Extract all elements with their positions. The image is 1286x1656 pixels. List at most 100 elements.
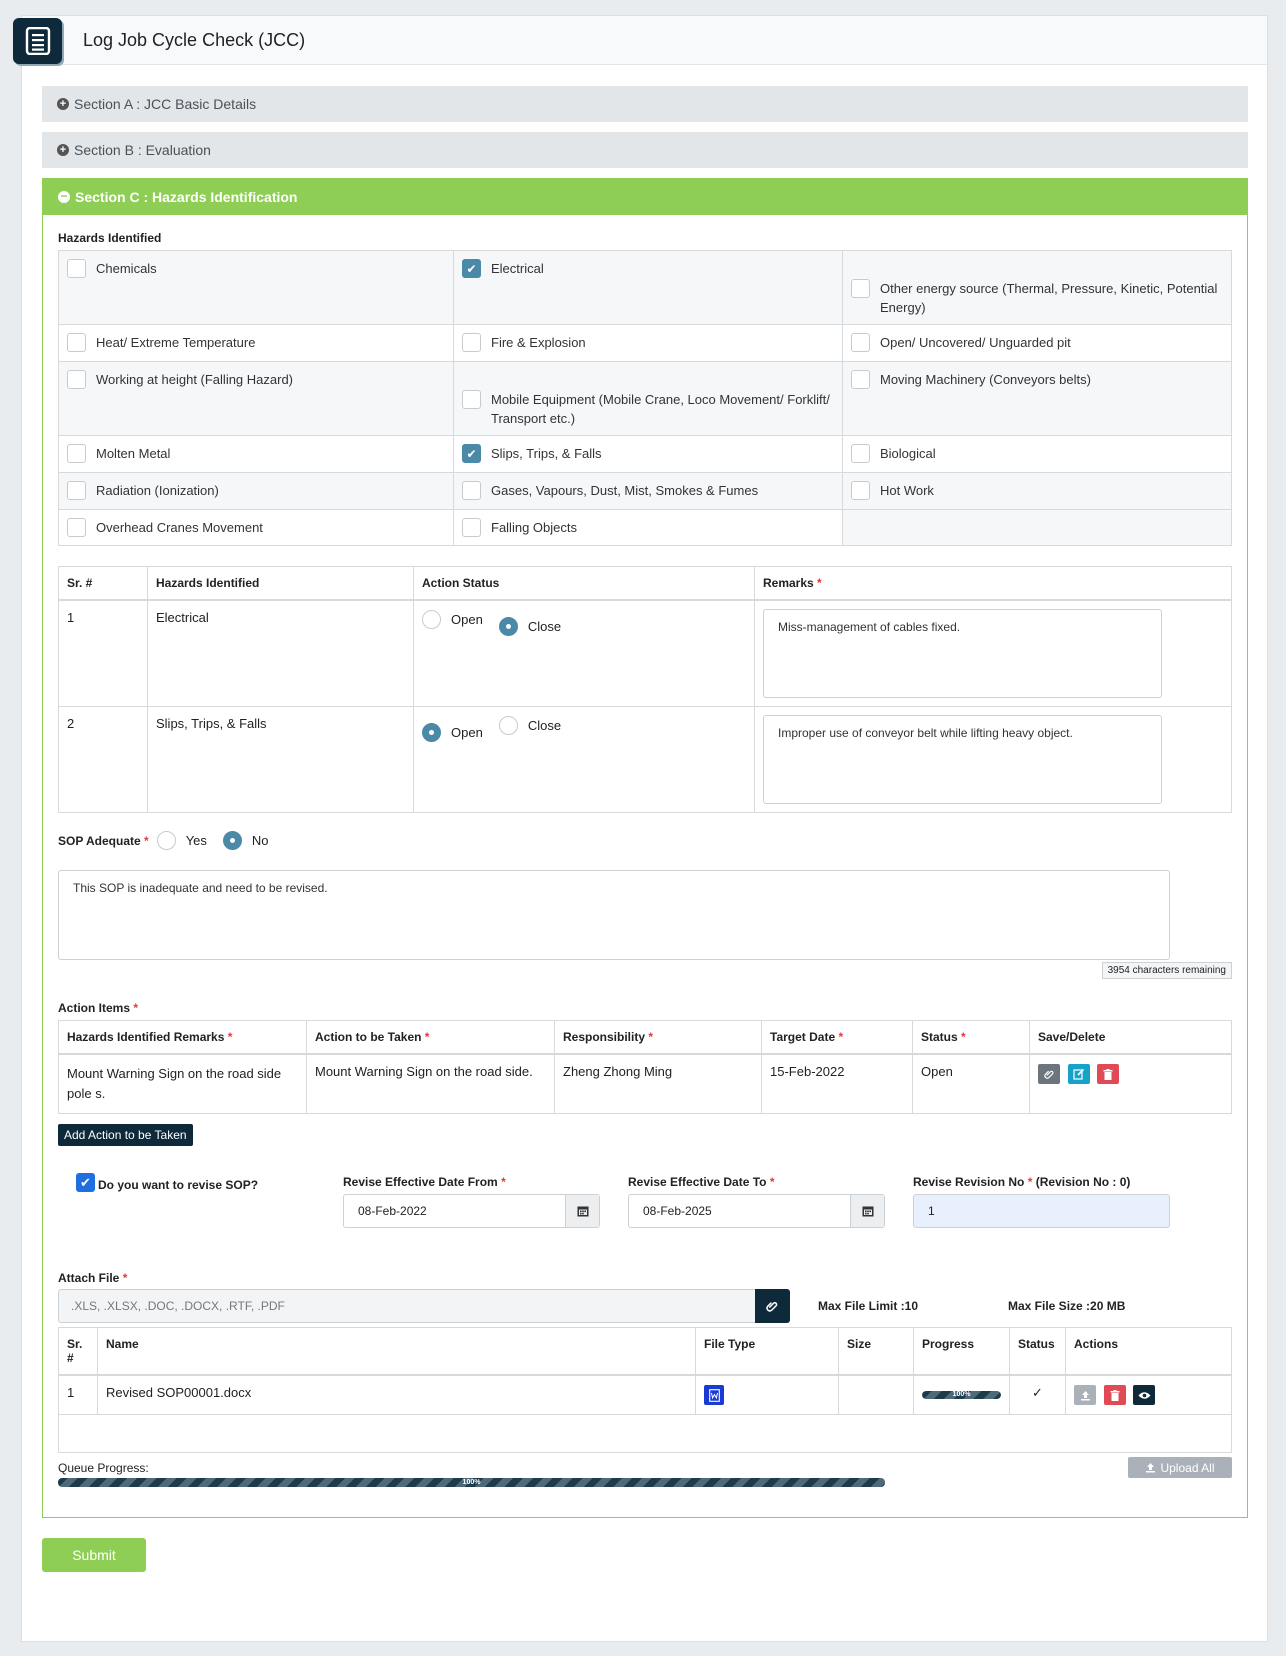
queue-progress-bar: 100% — [58, 1478, 885, 1487]
col-size: Size — [838, 1327, 914, 1376]
hazard-option-label: Open/ Uncovered/ Unguarded pit — [880, 335, 1071, 350]
status-close-radio[interactable]: Close — [498, 617, 561, 636]
col-hazard: Hazards Identified — [147, 566, 414, 601]
hazard-option[interactable]: Working at height (Falling Hazard) — [59, 362, 454, 436]
hazard-option[interactable]: ✔ Electrical — [454, 251, 843, 325]
checkbox-icon[interactable] — [67, 444, 86, 463]
delete-button[interactable] — [1097, 1064, 1120, 1084]
file-sr-cell: 1 — [58, 1374, 98, 1415]
hazard-option[interactable]: Fire & Explosion — [454, 325, 843, 362]
characters-remaining: 3954 characters remaining — [1101, 962, 1232, 979]
hazard-option[interactable]: Open/ Uncovered/ Unguarded pit — [843, 325, 1232, 362]
checkbox-icon[interactable] — [67, 333, 86, 352]
hazard-option[interactable]: Radiation (Ionization) — [59, 473, 454, 510]
hazard-option[interactable]: Moving Machinery (Conveyors belts) — [843, 362, 1232, 436]
hazard-option[interactable]: Overhead Cranes Movement — [59, 510, 454, 546]
paperclip-icon — [766, 1301, 778, 1312]
save-delete-cell — [1029, 1053, 1232, 1114]
sop-remarks-textarea[interactable]: This SOP is inadequate and need to be re… — [58, 870, 1170, 960]
checkbox-icon[interactable] — [67, 370, 86, 389]
hazard-cell: Electrical — [147, 599, 414, 707]
action-taken-cell: Mount Warning Sign on the road side. — [306, 1053, 555, 1114]
file-progress-cell: 100% — [913, 1374, 1010, 1415]
hazard-option-label: Falling Objects — [491, 520, 577, 535]
col-sr: Sr. # — [58, 566, 148, 601]
attach-button[interactable] — [1038, 1064, 1060, 1084]
revise-from-input[interactable]: 08-Feb-2022 — [343, 1194, 600, 1228]
revise-to-group: Revise Effective Date To * 08-Feb-2025 — [628, 1175, 885, 1228]
revise-revision-input[interactable]: 1 — [913, 1194, 1170, 1228]
status-open-radio[interactable]: Open — [422, 723, 483, 742]
attach-file-input[interactable]: .XLS, .XLSX, .DOC, .DOCX, .RTF, .PDF — [58, 1289, 756, 1323]
hazard-option-label: Heat/ Extreme Temperature — [96, 335, 256, 350]
checkbox-icon[interactable] — [851, 333, 870, 352]
col-sr: Sr. # — [58, 1327, 98, 1376]
add-action-button[interactable]: Add Action to be Taken — [58, 1124, 193, 1146]
section-b-toggle[interactable]: + Section B : Evaluation — [42, 132, 1248, 168]
remarks-textarea[interactable]: Improper use of conveyor belt while lift… — [763, 715, 1162, 804]
sop-no-radio[interactable]: No — [222, 831, 269, 850]
hazard-option[interactable]: ✔ Slips, Trips, & Falls — [454, 436, 843, 473]
checkbox-icon[interactable] — [851, 444, 870, 463]
action-status-cell: Open Close — [413, 706, 755, 813]
hazard-option[interactable]: Other energy source (Thermal, Pressure, … — [843, 251, 1232, 325]
table-row: Mount Warning Sign on the road side pole… — [58, 1053, 1232, 1114]
checkbox-checked-icon[interactable]: ✔ — [462, 259, 481, 278]
col-action: Action to be Taken * — [306, 1020, 555, 1055]
section-c-toggle[interactable]: − Section C : Hazards Identification — [43, 179, 1247, 215]
target-date-cell: 15-Feb-2022 — [761, 1053, 913, 1114]
upload-all-button[interactable]: Upload All — [1128, 1457, 1232, 1478]
revise-sop-checkbox[interactable]: ✔ Do you want to revise SOP? — [76, 1173, 258, 1192]
checkbox-icon[interactable] — [851, 370, 870, 389]
sop-yes-radio[interactable]: Yes — [156, 831, 207, 850]
checkbox-icon[interactable] — [462, 518, 481, 537]
calendar-icon[interactable] — [850, 1195, 884, 1227]
files-table: Sr. # Name File Type Size Progress Statu… — [58, 1327, 1232, 1453]
hazard-option[interactable]: Chemicals — [59, 251, 454, 325]
hazard-option[interactable]: Falling Objects — [454, 510, 843, 546]
checkbox-checked-icon: ✔ — [76, 1173, 95, 1192]
paperclip-icon — [1043, 1070, 1054, 1079]
remarks-textarea[interactable]: Miss-management of cables fixed. — [763, 609, 1162, 698]
hazard-option[interactable]: Biological — [843, 436, 1232, 473]
section-a-toggle[interactable]: + Section A : JCC Basic Details — [42, 86, 1248, 122]
file-progress-track: 100% — [922, 1391, 1001, 1399]
hazard-option[interactable]: Hot Work — [843, 473, 1232, 510]
revise-to-input[interactable]: 08-Feb-2025 — [628, 1194, 885, 1228]
attach-browse-button[interactable] — [755, 1289, 790, 1323]
hazard-option[interactable]: Molten Metal — [59, 436, 454, 473]
sop-adequate-row: SOP Adequate * Yes No — [58, 831, 1232, 850]
checkbox-icon[interactable] — [67, 259, 86, 278]
action-remarks-cell: Mount Warning Sign on the road side pole… — [58, 1053, 307, 1114]
checkbox-icon[interactable] — [67, 518, 86, 537]
checkbox-icon[interactable] — [851, 481, 870, 500]
calendar-icon[interactable] — [565, 1195, 599, 1227]
remarks-cell: Miss-management of cables fixed. — [754, 599, 1232, 707]
queue-progress-label: Queue Progress: — [58, 1461, 149, 1475]
delete-button[interactable] — [1103, 1385, 1126, 1405]
checkbox-icon[interactable] — [851, 279, 870, 298]
checkbox-icon[interactable] — [462, 333, 481, 352]
section-b-title: Section B : Evaluation — [74, 142, 211, 158]
revise-rev-group: Revise Revision No * (Revision No : 0) 1 — [913, 1175, 1170, 1228]
hazard-option[interactable]: Mobile Equipment (Mobile Crane, Loco Mov… — [454, 362, 843, 436]
checkbox-icon[interactable] — [67, 481, 86, 500]
hazard-option-label: Electrical — [491, 261, 544, 276]
checkbox-checked-icon[interactable]: ✔ — [462, 444, 481, 463]
checkbox-icon[interactable] — [462, 390, 481, 409]
radio-icon — [156, 831, 176, 850]
edit-button[interactable] — [1067, 1064, 1090, 1084]
eye-icon — [1138, 1391, 1151, 1399]
hazard-option[interactable]: Gases, Vapours, Dust, Mist, Smokes & Fum… — [454, 473, 843, 510]
revise-rev-label: Revise Revision No * (Revision No : 0) — [913, 1175, 1131, 1189]
col-file-type: File Type — [695, 1327, 839, 1376]
radio-icon — [498, 716, 518, 735]
view-button[interactable] — [1133, 1385, 1156, 1405]
status-close-radio[interactable]: Close — [498, 716, 561, 735]
checkbox-icon[interactable] — [462, 481, 481, 500]
hazard-option[interactable]: Heat/ Extreme Temperature — [59, 325, 454, 362]
hazard-option-label: Gases, Vapours, Dust, Mist, Smokes & Fum… — [491, 483, 759, 498]
upload-button[interactable] — [1074, 1385, 1096, 1405]
submit-button[interactable]: Submit — [42, 1538, 146, 1572]
status-open-radio[interactable]: Open — [422, 610, 483, 629]
